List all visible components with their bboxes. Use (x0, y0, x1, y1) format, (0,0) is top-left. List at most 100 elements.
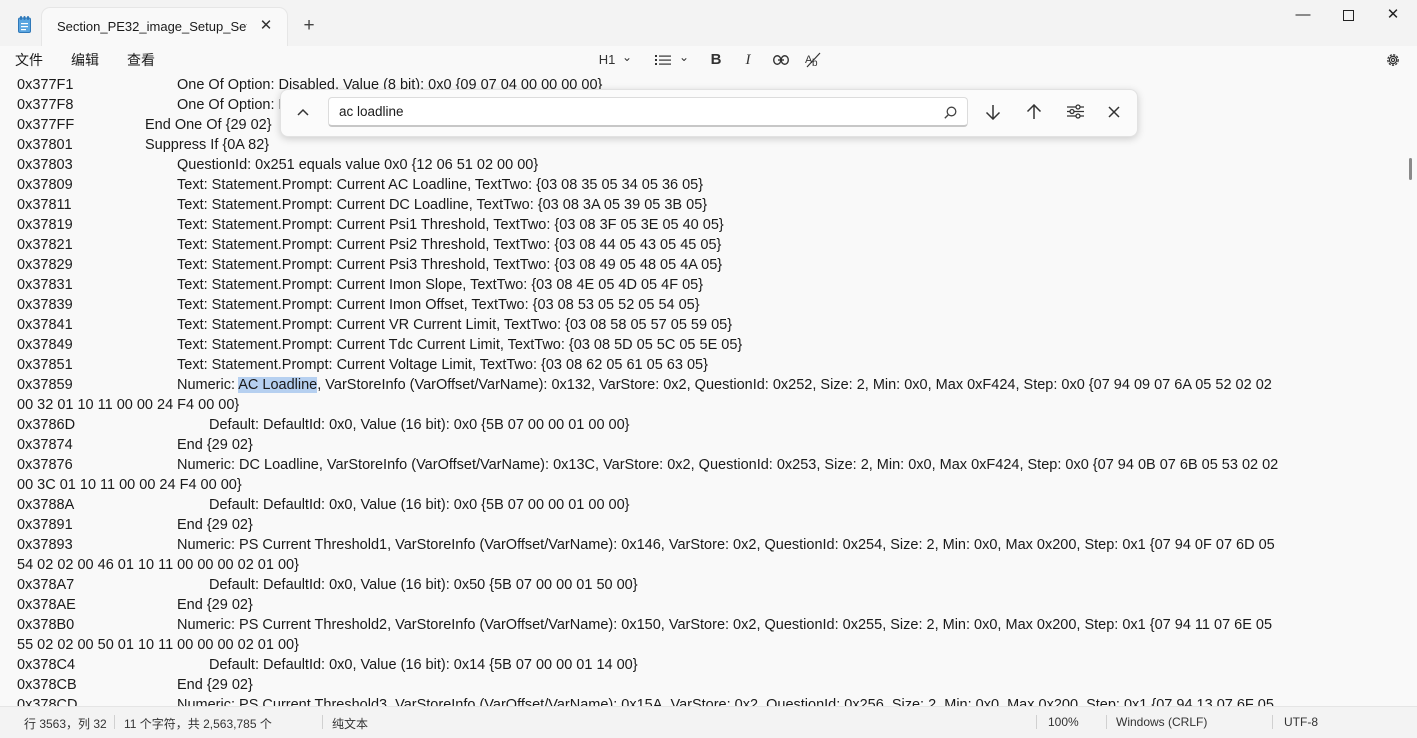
close-find-button[interactable] (1102, 100, 1126, 124)
line-address: 0x37874 (17, 437, 73, 453)
line-content: Numeric: PS Current Threshold1, VarStore… (177, 537, 1275, 553)
line-content: 00 3C 01 10 11 00 00 24 F4 00 00} (17, 477, 242, 493)
line-address: 0x378A7 (17, 577, 75, 593)
collapse-replace-button[interactable] (291, 100, 315, 124)
maximize-button[interactable] (1325, 0, 1371, 32)
line-address: 0x37839 (17, 297, 73, 313)
line-ending[interactable]: Windows (CRLF) (1116, 715, 1207, 729)
line-content: Numeric: PS Current Threshold3, VarStore… (177, 697, 1274, 706)
italic-button[interactable]: I (740, 49, 756, 71)
line-address: 0x37809 (17, 177, 73, 193)
link-button[interactable] (771, 49, 791, 71)
cursor-position[interactable]: 行 3563，列 32 (24, 715, 107, 732)
line-address: 0x37891 (17, 517, 73, 533)
new-tab-button[interactable]: + (297, 14, 321, 38)
zoom-level[interactable]: 100% (1048, 715, 1079, 729)
list-button[interactable] (654, 49, 672, 71)
line-content: Numeric: PS Current Threshold2, VarStore… (177, 617, 1273, 633)
line-content: 00 32 01 10 11 00 00 24 F4 00 00} (17, 397, 240, 413)
line-content: End {29 02} (177, 437, 253, 453)
list-icon (655, 55, 671, 65)
line-content: Default: DefaultId: 0x0, Value (16 bit):… (209, 417, 630, 433)
heading-button[interactable]: H1 (598, 49, 616, 71)
line-address: 0x37831 (17, 277, 73, 293)
line-address: 0x37829 (17, 257, 73, 273)
document-tab[interactable]: Section_PE32_image_Setup_Setup IFR.txt ✕ (42, 8, 287, 46)
vertical-scrollbar[interactable] (1405, 74, 1417, 706)
line-address: 0x37803 (17, 157, 73, 173)
encoding[interactable]: UTF-8 (1284, 715, 1318, 729)
text-editor[interactable]: 0x377F1 One Of Option: Disabled, Value (8… (0, 74, 1405, 706)
menu-view[interactable]: 查看 (127, 50, 155, 70)
line-content: End {29 02} (177, 517, 253, 533)
line-prefix: Numeric: (177, 377, 239, 393)
line-address: 0x3786D (17, 417, 76, 433)
line-content: End {29 02} (177, 677, 253, 693)
status-divider (1106, 715, 1107, 729)
status-bar: 行 3563，列 32 11 个字符，共 2,563,785 个 纯文本 100… (0, 706, 1417, 738)
selection-count: 11 个字符，共 2,563,785 个 (124, 717, 272, 731)
line-content: 55 02 02 00 50 01 10 11 00 00 00 02 01 0… (17, 637, 299, 653)
sliders-icon (1066, 104, 1084, 119)
search-icon[interactable] (944, 106, 957, 119)
line-address: 0x37893 (17, 537, 73, 553)
line-address: 0x378B0 (17, 617, 75, 633)
chevron-up-icon (297, 108, 309, 116)
notepad-app-icon (18, 16, 31, 33)
maximize-icon (1342, 10, 1354, 21)
find-input[interactable]: ac loadline (328, 97, 968, 127)
line-content: Default: DefaultId: 0x0, Value (16 bit):… (209, 657, 638, 673)
line-content: Numeric: AC Loadline, VarStoreInfo (VarO… (177, 375, 1272, 395)
line-content: Text: Statement.Prompt: Current AC Loadl… (177, 177, 704, 193)
close-icon (1108, 106, 1120, 118)
line-address: 0x3788A (17, 497, 75, 513)
line-address: 0x37841 (17, 317, 73, 333)
line-content: Default: DefaultId: 0x0, Value (16 bit):… (209, 497, 630, 513)
find-panel: ac loadline (280, 89, 1138, 137)
find-options-button[interactable] (1063, 100, 1087, 124)
line-address: 0x377F8 (17, 97, 74, 113)
search-match-highlight: AC Loadline (238, 377, 318, 393)
line-content: Text: Statement.Prompt: Current Psi2 Thr… (177, 237, 722, 253)
arrow-down-icon (985, 105, 1001, 121)
line-content: Text: Statement.Prompt: Current Psi3 Thr… (177, 257, 723, 273)
line-address: 0x37876 (17, 457, 73, 473)
title-bar: Section_PE32_image_Setup_Setup IFR.txt ✕… (0, 0, 1417, 46)
find-previous-button[interactable] (1022, 100, 1046, 124)
list-caret-icon[interactable]: ⌄ (677, 49, 691, 71)
line-address: 0x37849 (17, 337, 73, 353)
line-address: 0x37811 (17, 197, 72, 213)
settings-button[interactable] (1383, 49, 1403, 71)
line-address: 0x378CB (17, 677, 77, 693)
line-address: 0x378C4 (17, 657, 76, 673)
status-divider (1272, 715, 1273, 729)
line-content: Default: DefaultId: 0x0, Value (16 bit):… (209, 577, 638, 593)
svg-text:b: b (812, 58, 818, 68)
heading-caret-icon[interactable]: ⌄ (620, 49, 634, 71)
close-tab-icon[interactable]: ✕ (256, 16, 276, 36)
line-content: Text: Statement.Prompt: Current DC Loadl… (177, 197, 708, 213)
close-window-button[interactable]: ✕ (1370, 0, 1416, 32)
clear-formatting-icon: A b (805, 52, 820, 69)
line-address: 0x377FF (17, 117, 75, 133)
menu-file[interactable]: 文件 (15, 50, 43, 70)
status-divider (1036, 715, 1037, 729)
scrollbar-thumb[interactable] (1409, 158, 1412, 180)
line-content: Text: Statement.Prompt: Current Imon Slo… (177, 277, 704, 293)
line-content: Text: Statement.Prompt: Current Tdc Curr… (177, 337, 743, 353)
clear-formatting-button[interactable]: A b (803, 49, 823, 71)
line-content: 54 02 02 00 46 01 10 11 00 00 00 02 01 0… (17, 557, 299, 573)
line-content: Suppress If {0A 82} (145, 137, 270, 153)
line-address: 0x378CD (17, 697, 78, 706)
find-input-value: ac loadline (339, 104, 404, 119)
tab-title: Section_PE32_image_Setup_Setup IFR.txt (57, 19, 247, 34)
minimize-button[interactable]: — (1280, 0, 1326, 32)
menu-edit[interactable]: 编辑 (71, 50, 99, 70)
line-content: Numeric: DC Loadline, VarStoreInfo (VarO… (177, 457, 1279, 473)
gear-icon (1387, 54, 1399, 66)
text-format[interactable]: 纯文本 (332, 715, 368, 732)
find-next-button[interactable] (981, 100, 1005, 124)
status-divider (114, 715, 115, 729)
bold-button[interactable]: B (708, 49, 724, 71)
line-content: QuestionId: 0x251 equals value 0x0 {12 0… (177, 157, 539, 173)
